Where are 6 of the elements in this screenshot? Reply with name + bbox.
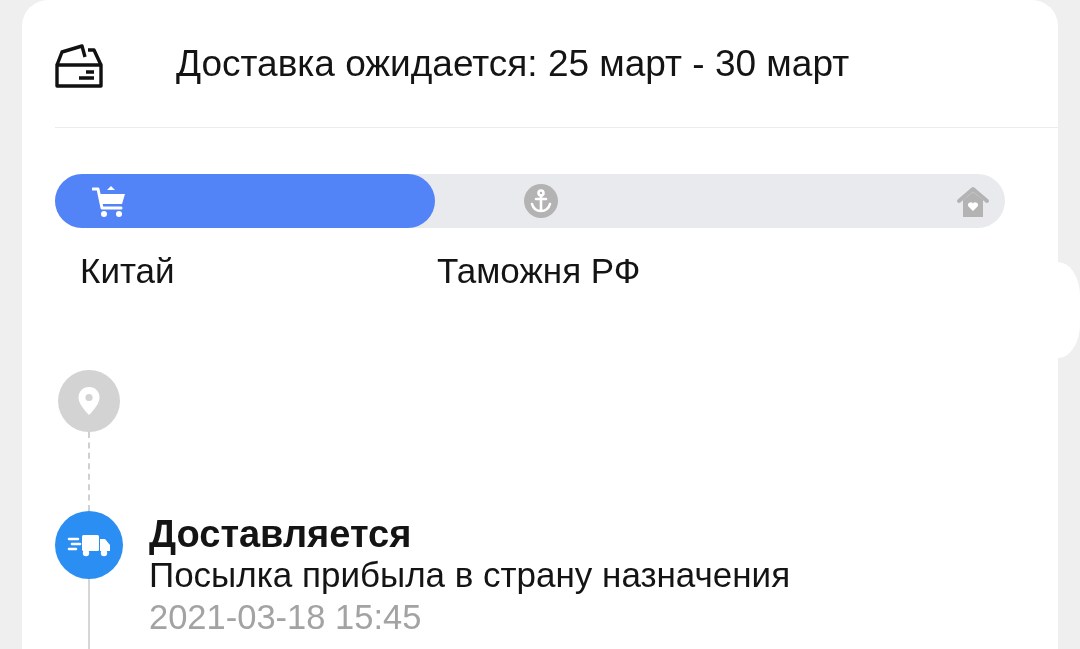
- status-title: Доставляется: [149, 514, 412, 554]
- stop-label: Китай: [80, 251, 175, 290]
- delivery-estimate-text: Доставка ожидается: 25 март - 30 март: [176, 41, 850, 86]
- status-description: Посылка прибыла в страну назначения: [149, 555, 791, 596]
- status-timestamp: 2021-03-18 15:45: [149, 597, 422, 638]
- stop-label: Таможня РФ: [437, 251, 641, 290]
